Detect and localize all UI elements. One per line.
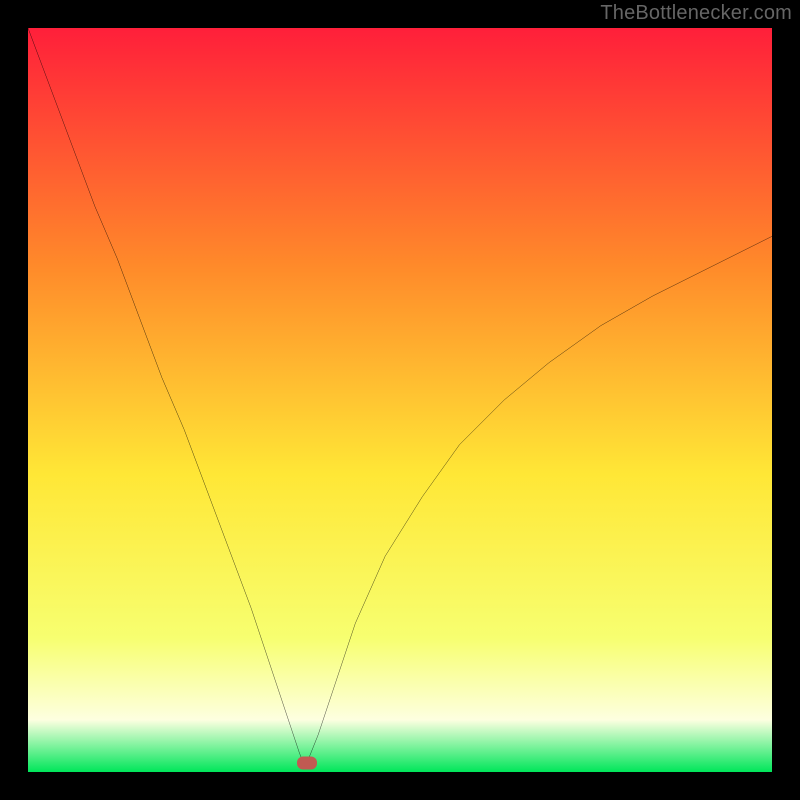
minimum-marker [297, 757, 317, 770]
plot-svg [28, 28, 772, 772]
gradient-background [28, 28, 772, 772]
watermark-text: TheBottlenecker.com [600, 2, 792, 25]
chart-frame: TheBottlenecker.com [0, 0, 800, 800]
plot-area [28, 28, 772, 772]
